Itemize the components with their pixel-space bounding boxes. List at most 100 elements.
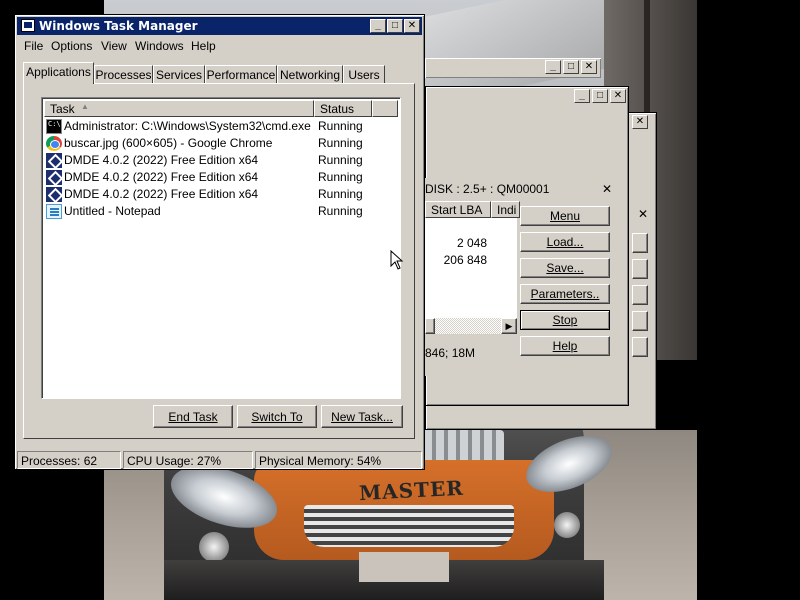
task-name: DMDE 4.0.2 (2022) Free Edition x64	[64, 170, 259, 184]
sort-ascending-icon: ▲	[81, 102, 89, 111]
tab-performance[interactable]: Performance	[205, 65, 277, 84]
task-row[interactable]: Administrator: C:\Windows\System32\cmd.e…	[46, 118, 396, 135]
side-button[interactable]	[632, 285, 648, 305]
maximize-icon[interactable]: □	[592, 89, 608, 103]
task-row[interactable]: buscar.jpg (600×605) - Google Chrome Run…	[46, 135, 396, 152]
column-task-label: Task	[50, 102, 75, 116]
col-indicator[interactable]: Indi	[491, 201, 520, 218]
column-header-status[interactable]: Status	[314, 100, 372, 117]
task-list[interactable]: Task ▲ Status Administrator: C:\Windows\…	[41, 97, 401, 399]
task-name: Untitled - Notepad	[64, 204, 161, 218]
task-name: Administrator: C:\Windows\System32\cmd.e…	[64, 119, 311, 133]
lba-value: 2 048	[456, 236, 487, 250]
close-icon[interactable]: ✕	[581, 60, 597, 74]
close-icon[interactable]: ✕	[638, 207, 648, 221]
status-bar: Processes: 62 CPU Usage: 27% Physical Me…	[17, 451, 422, 469]
help-button[interactable]: Help	[520, 336, 610, 356]
switch-to-button[interactable]: Switch To	[237, 405, 317, 428]
task-row[interactable]: Untitled - Notepad Running	[46, 203, 396, 220]
tab-processes[interactable]: Processes	[94, 65, 153, 84]
lba-value: 206 848	[443, 253, 487, 267]
bus-fog-lamp-right	[554, 512, 580, 538]
load-button-label: Load...	[546, 235, 584, 249]
status-cpu-usage: CPU Usage: 27%	[123, 451, 253, 469]
tab-networking[interactable]: Networking	[277, 65, 343, 84]
switch-to-label: Switch To	[251, 410, 303, 424]
parameters-button-label: Parameters..	[530, 287, 600, 301]
chrome-icon	[46, 136, 62, 151]
task-name: DMDE 4.0.2 (2022) Free Edition x64	[64, 153, 259, 167]
dmde-partition-list[interactable]: 2 048 206 848	[425, 218, 517, 318]
close-icon[interactable]: ✕	[602, 182, 612, 196]
task-status: Running	[318, 170, 363, 184]
maximize-icon[interactable]: □	[387, 19, 403, 33]
close-icon[interactable]: ✕	[404, 19, 420, 33]
task-status: Running	[318, 187, 363, 201]
side-button[interactable]	[632, 311, 648, 331]
maximize-icon[interactable]: □	[563, 60, 579, 74]
column-header-task[interactable]: Task ▲	[44, 100, 314, 117]
dmde-icon	[46, 170, 62, 185]
scroll-thumb[interactable]	[425, 318, 435, 334]
dmde-icon	[46, 153, 62, 168]
bus-plate	[359, 552, 449, 582]
dmde-icon	[46, 187, 62, 202]
cmd-icon	[46, 119, 62, 134]
horizontal-scrollbar[interactable]: ▶	[425, 318, 517, 334]
menu-options[interactable]: Options	[51, 39, 92, 53]
help-button-label: Help	[552, 339, 578, 353]
end-task-button[interactable]: End Task	[153, 405, 233, 428]
dmde-disk-dialog[interactable]: DISK : 2.5+ : QM00001 ✕ Start LBA Indi 2…	[425, 178, 622, 376]
window-title: Windows Task Manager	[39, 19, 198, 33]
stop-button[interactable]: Stop	[520, 310, 610, 330]
bus-grille	[304, 505, 514, 547]
save-button[interactable]: Save...	[520, 258, 610, 278]
new-task-button[interactable]: New Task...	[321, 405, 403, 428]
minimize-icon[interactable]: _	[545, 60, 561, 74]
scroll-right-icon[interactable]: ▶	[501, 318, 517, 334]
mouse-cursor-icon	[390, 250, 404, 270]
notepad-icon	[46, 204, 62, 219]
side-button[interactable]	[632, 233, 648, 253]
tab-applications[interactable]: Applications	[23, 62, 94, 84]
tab-users[interactable]: Users	[343, 65, 385, 84]
parameters-button[interactable]: Parameters..	[520, 284, 610, 304]
menu-button[interactable]: Menu	[520, 206, 610, 226]
task-manager-icon	[21, 19, 35, 32]
task-status: Running	[318, 136, 363, 150]
column-header-filler	[372, 100, 398, 117]
task-manager-window[interactable]: Windows Task Manager _ □ ✕ File Options …	[14, 14, 425, 470]
task-name: buscar.jpg (600×605) - Google Chrome	[64, 136, 273, 150]
tab-strip: Applications Processes Services Performa…	[23, 62, 413, 84]
stop-button-label: Stop	[552, 313, 578, 327]
dmde-dialog-title: DISK : 2.5+ : QM00001 ✕	[425, 182, 622, 198]
menu-windows[interactable]: Windows	[135, 39, 184, 53]
menu-help[interactable]: Help	[191, 39, 216, 53]
new-task-label: New Task...	[331, 410, 393, 424]
status-processes: Processes: 62	[17, 451, 121, 469]
col-start-lba[interactable]: Start LBA	[425, 201, 491, 218]
dialog-title-text: DISK : 2.5+ : QM00001	[425, 182, 550, 196]
task-row[interactable]: DMDE 4.0.2 (2022) Free Edition x64 Runni…	[46, 169, 396, 186]
dmde-window-1[interactable]: _ □ ✕	[425, 58, 601, 78]
menu-file[interactable]: File	[24, 39, 43, 53]
side-button[interactable]	[632, 259, 648, 279]
dmde-column-header: Start LBA Indi	[425, 201, 520, 218]
load-button[interactable]: Load...	[520, 232, 610, 252]
close-icon[interactable]: ✕	[610, 89, 626, 103]
menu-button-label: Menu	[549, 209, 581, 223]
menu-view[interactable]: View	[101, 39, 127, 53]
side-button[interactable]	[632, 337, 648, 357]
title-bar[interactable]: Windows Task Manager _ □ ✕	[17, 17, 422, 35]
close-icon[interactable]: ✕	[632, 115, 648, 129]
task-status: Running	[318, 153, 363, 167]
minimize-icon[interactable]: _	[574, 89, 590, 103]
task-status: Running	[318, 119, 363, 133]
minimize-icon[interactable]: _	[370, 19, 386, 33]
task-status: Running	[318, 204, 363, 218]
task-row[interactable]: DMDE 4.0.2 (2022) Free Edition x64 Runni…	[46, 152, 396, 169]
tab-services[interactable]: Services	[153, 65, 205, 84]
task-row[interactable]: DMDE 4.0.2 (2022) Free Edition x64 Runni…	[46, 186, 396, 203]
save-button-label: Save...	[546, 261, 584, 275]
end-task-label: End Task	[168, 410, 218, 424]
